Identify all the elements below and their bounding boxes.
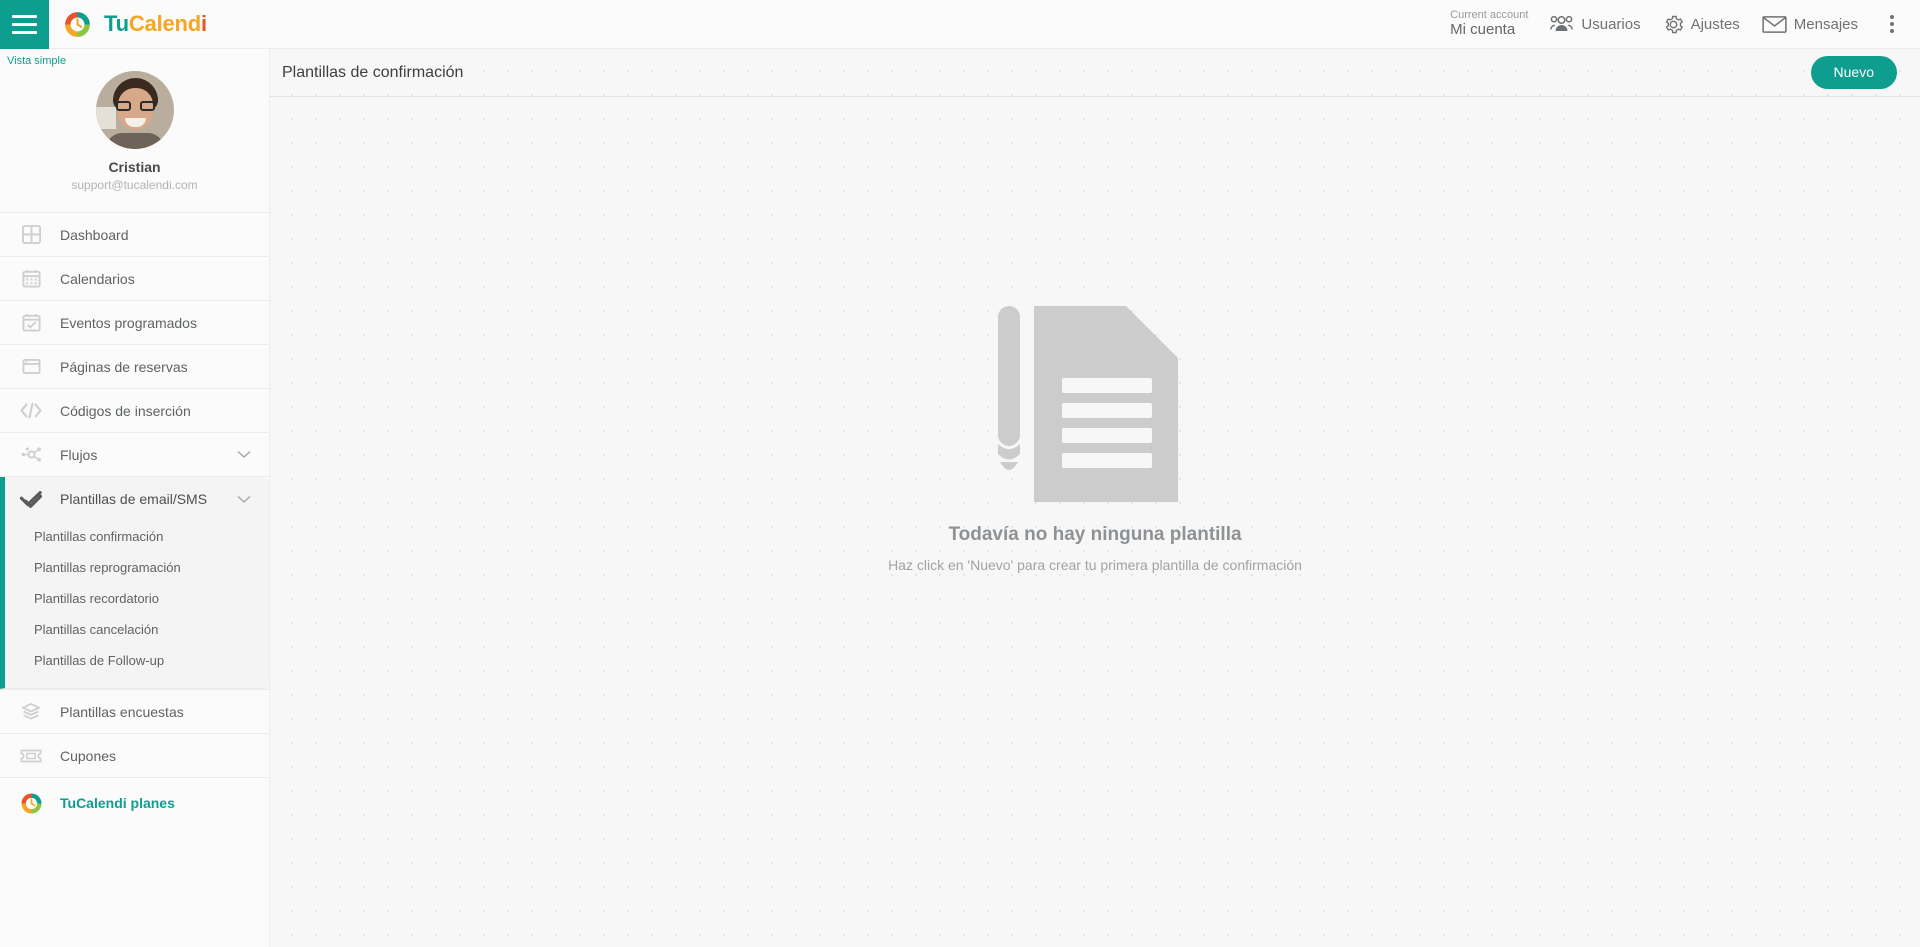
sidebar-navigation-bottom: Plantillas encuestas Cupones TuCalendi p… (0, 689, 269, 828)
sidebar-item-flujos[interactable]: Flujos (0, 433, 269, 477)
empty-state: Todavía no hay ninguna plantilla Haz cli… (270, 97, 1920, 946)
kebab-dot (1890, 22, 1894, 26)
main-header: Plantillas de confirmación Nuevo (270, 49, 1920, 97)
current-account-button[interactable]: Current account Mi cuenta (1450, 9, 1528, 38)
kebab-dot (1890, 15, 1894, 19)
profile-name: Cristian (108, 159, 161, 175)
layers-icon (18, 700, 44, 724)
top-bar: TuCalendi Current account Mi cuenta Usua… (0, 0, 1920, 49)
ticket-icon (18, 744, 44, 768)
sidebar-item-codigos-de-insercion-label: Códigos de inserción (60, 402, 191, 419)
brand-name: TuCalendi (104, 11, 207, 37)
sidebar-item-plantillas-encuestas[interactable]: Plantillas encuestas (0, 690, 269, 734)
sidebar-item-plantillas-de-email-sms-label: Plantillas de email/SMS (60, 491, 208, 507)
sidebar-submenu-plantillas: Plantillas confirmación Plantillas repro… (5, 521, 269, 688)
current-account-name: Mi cuenta (1450, 20, 1516, 38)
main-content: Plantillas de confirmación Nuevo Todavía… (270, 49, 1920, 947)
sidebar-profile: Cristian support@tucalendi.com (0, 69, 269, 212)
gear-icon (1665, 15, 1683, 33)
tucalendi-logo-icon (65, 11, 90, 37)
sidebar-navigation: Dashboard Calendarios Eventos programado… (0, 212, 269, 828)
nav-usuarios-label: Usuarios (1581, 15, 1641, 33)
avatar-glasses (115, 101, 155, 111)
vista-simple-toggle[interactable]: Vista simple (0, 49, 66, 67)
new-template-button[interactable]: Nuevo (1810, 55, 1897, 90)
envelope-icon (1762, 15, 1787, 33)
browser-window-icon (18, 355, 44, 379)
document-with-pencil-icon (998, 306, 1178, 502)
hamburger-bar (12, 22, 37, 26)
brand-logo-link[interactable]: TuCalendi (62, 9, 207, 40)
sidebar-subitem-plantillas-confirmacion[interactable]: Plantillas confirmación (5, 521, 269, 552)
page-title: Plantillas de confirmación (282, 63, 464, 81)
kebab-dot (1890, 29, 1894, 33)
nav-ajustes-label: Ajustes (1690, 15, 1740, 33)
sidebar-item-cupones-label: Cupones (60, 747, 117, 764)
sidebar-item-paginas-de-reservas-label: Páginas de reservas (60, 358, 188, 375)
sidebar-item-eventos-programados[interactable]: Eventos programados (0, 301, 269, 345)
nav-mensajes-label: Mensajes (1793, 15, 1858, 33)
sidebar-item-dashboard-label: Dashboard (60, 226, 129, 243)
brand-part-tu: Tu (104, 11, 129, 36)
nav-mensajes[interactable]: Mensajes (1762, 15, 1858, 34)
double-check-icon (18, 487, 44, 511)
sidebar-subitem-plantillas-cancelacion[interactable]: Plantillas cancelación (5, 614, 269, 645)
nav-ajustes[interactable]: Ajustes (1663, 14, 1740, 35)
sidebar-item-codigos-de-insercion[interactable]: Códigos de inserción (0, 389, 269, 433)
sidebar-item-eventos-programados-label: Eventos programados (60, 314, 197, 331)
flow-nodes-icon (18, 443, 44, 467)
empty-state-title: Todavía no hay ninguna plantilla (948, 524, 1242, 545)
top-navigation: Current account Mi cuenta Usuarios Ajust… (1450, 9, 1920, 39)
sidebar-subitem-plantillas-recordatorio[interactable]: Plantillas recordatorio (5, 583, 269, 614)
dashboard-grid-icon (18, 223, 44, 247)
sidebar-item-flujos-label: Flujos (60, 446, 98, 463)
avatar-shoulders (105, 133, 164, 149)
sidebar-group-plantillas-email-sms: Plantillas de email/SMS Plantillas confi… (0, 477, 269, 689)
empty-state-subtitle: Haz click en 'Nuevo' para crear tu prime… (888, 557, 1302, 573)
users-icon (1550, 15, 1574, 31)
current-account-caption: Current account (1450, 9, 1529, 22)
code-brackets-icon (18, 399, 44, 423)
sidebar-item-dashboard[interactable]: Dashboard (0, 213, 269, 257)
sidebar-item-calendarios[interactable]: Calendarios (0, 257, 269, 301)
hamburger-bar (12, 14, 37, 18)
chevron-down-icon[interactable] (237, 495, 251, 504)
avatar (95, 71, 174, 149)
sidebar-item-calendarios-label: Calendarios (60, 270, 135, 287)
calendar-check-icon (18, 311, 44, 335)
calendar-icon (18, 267, 44, 291)
sidebar-item-plantillas-de-email-sms[interactable]: Plantillas de email/SMS (5, 477, 269, 521)
sidebar: Vista simple Cristian support@tucalendi.… (0, 49, 270, 947)
sidebar-subitem-plantillas-de-follow-up[interactable]: Plantillas de Follow-up (5, 645, 269, 676)
sidebar-item-tucalendi-planes[interactable]: TuCalendi planes (0, 778, 269, 828)
tucalendi-logo-icon (18, 791, 44, 815)
hamburger-menu-icon[interactable] (0, 0, 49, 49)
chevron-down-icon[interactable] (237, 450, 251, 459)
brand-part-i: i (201, 11, 207, 36)
sidebar-item-plantillas-encuestas-label: Plantillas encuestas (60, 703, 184, 720)
sidebar-item-paginas-de-reservas[interactable]: Páginas de reservas (0, 345, 269, 389)
sidebar-item-cupones[interactable]: Cupones (0, 734, 269, 778)
hamburger-bar (12, 30, 37, 34)
sidebar-subitem-plantillas-reprogramacion[interactable]: Plantillas reprogramación (5, 552, 269, 583)
sidebar-item-tucalendi-planes-label: TuCalendi planes (60, 795, 175, 811)
avatar-bg-detail (95, 107, 116, 129)
kebab-menu-icon[interactable] (1880, 9, 1904, 39)
brand-part-calend: Calend (128, 11, 202, 36)
nav-usuarios[interactable]: Usuarios (1550, 15, 1641, 33)
profile-email: support@tucalendi.com (71, 178, 198, 192)
